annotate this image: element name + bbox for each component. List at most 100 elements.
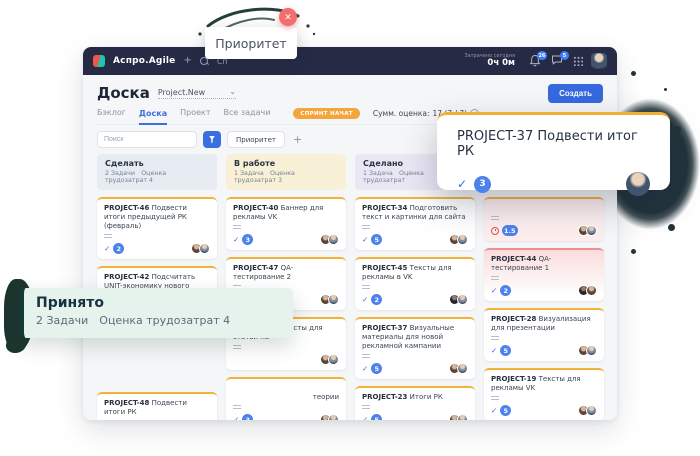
time-tracker: Затрачено сегодня 0ч 0м [464, 53, 515, 68]
avatar [586, 405, 597, 416]
funnel-icon [209, 136, 215, 144]
avatar [457, 363, 468, 374]
summary-label: Сумм. оценка: [373, 109, 430, 118]
check-icon: ✓ [362, 364, 368, 373]
search-input[interactable] [97, 131, 197, 148]
magnified-card-title: PROJECT-37 Подвести итог РК [457, 129, 650, 159]
description-icon [362, 405, 370, 409]
description-icon [362, 354, 370, 358]
task-card[interactable]: PROJECT-40 Баннер для рекламы VK ✓ 3 [226, 197, 346, 250]
add-icon[interactable]: + [183, 56, 191, 66]
check-icon: ✓ [104, 244, 110, 253]
estimate-badge: 5 [500, 345, 511, 356]
description-icon [233, 345, 241, 349]
avatar [586, 345, 597, 356]
create-button[interactable]: Создать [548, 84, 603, 103]
task-card[interactable]: PROJECT-19 Тексты для рекламы VK ✓ 5 [484, 368, 604, 420]
check-icon: ✓ [457, 177, 467, 191]
tab-all-tasks[interactable]: Все задачи [224, 108, 271, 119]
estimate-badge: 5 [500, 405, 511, 416]
brand-logo-icon [93, 55, 105, 67]
tab-project[interactable]: Проект [180, 108, 210, 119]
chevron-down-icon: ⌄ [229, 90, 236, 93]
avatar [457, 294, 468, 305]
description-icon [362, 285, 370, 289]
avatar [328, 354, 339, 365]
task-card[interactable]: PROJECT-23 Итоги РК ✓ 5 [355, 386, 475, 420]
description-icon [491, 276, 499, 280]
avatar [328, 414, 339, 420]
filter-button[interactable] [203, 131, 221, 148]
check-icon: ✓ [362, 295, 368, 304]
avatar [328, 234, 339, 245]
close-button[interactable]: ✕ [279, 8, 297, 26]
description-icon [362, 225, 370, 229]
task-card[interactable]: 1.5 [484, 197, 604, 241]
time-value: 0ч 0м [464, 59, 515, 68]
overdue-clock-icon [491, 227, 499, 235]
task-card[interactable]: теории ✓ 3 [226, 377, 346, 420]
time-badge: 1.5 [502, 225, 518, 236]
messages-button[interactable]: 5 [551, 54, 565, 68]
check-icon: ✓ [362, 235, 368, 244]
description-icon [233, 225, 241, 229]
column-header: В работе 1 Задача Оценка трудозатрат 3 [226, 154, 346, 190]
estimate-badge: 2 [500, 285, 511, 296]
page: { "icons": { "plus": "+", "check": "✓", … [0, 0, 700, 456]
check-icon: ✓ [362, 415, 368, 420]
estimate-badge: 3 [242, 414, 253, 420]
avatar [626, 172, 650, 196]
description-icon [491, 336, 499, 340]
add-filter-button[interactable]: + [293, 134, 302, 145]
accepted-subtitle: 2 Задачи Оценка трудозатрат 4 [36, 314, 281, 327]
estimate-badge: 5 [371, 363, 382, 374]
priority-tooltip: Приоритет [205, 27, 297, 59]
task-card[interactable]: PROJECT-34 Подготовить текст и картинки … [355, 197, 475, 250]
project-name: Project.New [158, 88, 205, 97]
description-icon [491, 396, 499, 400]
task-card[interactable]: PROJECT-28 Визуализация для презентации … [484, 308, 604, 361]
top-navbar: Аспро.Agile + Сп Затрачено сегодня 0ч 0м… [83, 47, 617, 75]
close-icon: ✕ [284, 12, 292, 23]
sprint-status-badge: СПРИНТ НАЧАТ [293, 108, 359, 119]
apps-grid-button[interactable] [573, 56, 583, 66]
avatar [586, 225, 597, 236]
user-avatar[interactable] [591, 53, 607, 69]
task-card[interactable]: PROJECT-48 Подвести итоги РК ✓ 2 [97, 392, 217, 420]
description-icon [233, 405, 241, 409]
description-icon [491, 216, 499, 220]
tab-backlog[interactable]: Бэклог [97, 108, 126, 119]
check-icon: ✓ [491, 286, 497, 295]
estimate-badge: 3 [474, 176, 491, 193]
messages-badge: 5 [560, 51, 569, 60]
avatar [457, 414, 468, 420]
avatar [199, 243, 210, 254]
check-icon: ✓ [491, 406, 497, 415]
priority-filter-chip[interactable]: Приоритет [227, 131, 285, 148]
check-icon: ✓ [233, 235, 239, 244]
estimate-badge: 2 [113, 243, 124, 254]
avatar [328, 294, 339, 305]
estimate-badge: 5 [371, 414, 382, 420]
board-header: Доска Project.New ⌄ Создать [97, 83, 603, 103]
check-icon: ✓ [233, 415, 239, 420]
check-icon: ✓ [491, 346, 497, 355]
estimate-badge: 5 [371, 234, 382, 245]
description-icon [104, 234, 112, 238]
task-card[interactable]: PROJECT-44 QA-тестирование 1 ✓ 2 [484, 248, 604, 301]
column-in-progress: В работе 1 Задача Оценка трудозатрат 3 P… [226, 154, 346, 420]
task-card[interactable]: PROJECT-37 Визуальные материалы для ново… [355, 317, 475, 379]
task-card[interactable]: PROJECT-46 Подвести итоги предыдущей РК … [97, 197, 217, 259]
tab-board[interactable]: Доска [139, 109, 167, 125]
accepted-title: Принято [36, 295, 281, 311]
estimate-badge: 3 [242, 234, 253, 245]
brand-name: Аспро.Agile [113, 56, 175, 66]
task-card[interactable]: PROJECT-45 Тексты для рекламы в VK ✓ 2 [355, 257, 475, 310]
notifications-button[interactable]: 26 [529, 54, 543, 68]
magnified-task-card[interactable]: PROJECT-37 Подвести итог РК ✓ 3 [437, 112, 670, 190]
project-selector[interactable]: Project.New ⌄ [158, 88, 236, 99]
avatar [586, 285, 597, 296]
notifications-badge: 26 [537, 51, 547, 60]
column-header: Сделать 2 Задачи Оценка трудозатрат 4 [97, 154, 217, 190]
avatar [457, 234, 468, 245]
